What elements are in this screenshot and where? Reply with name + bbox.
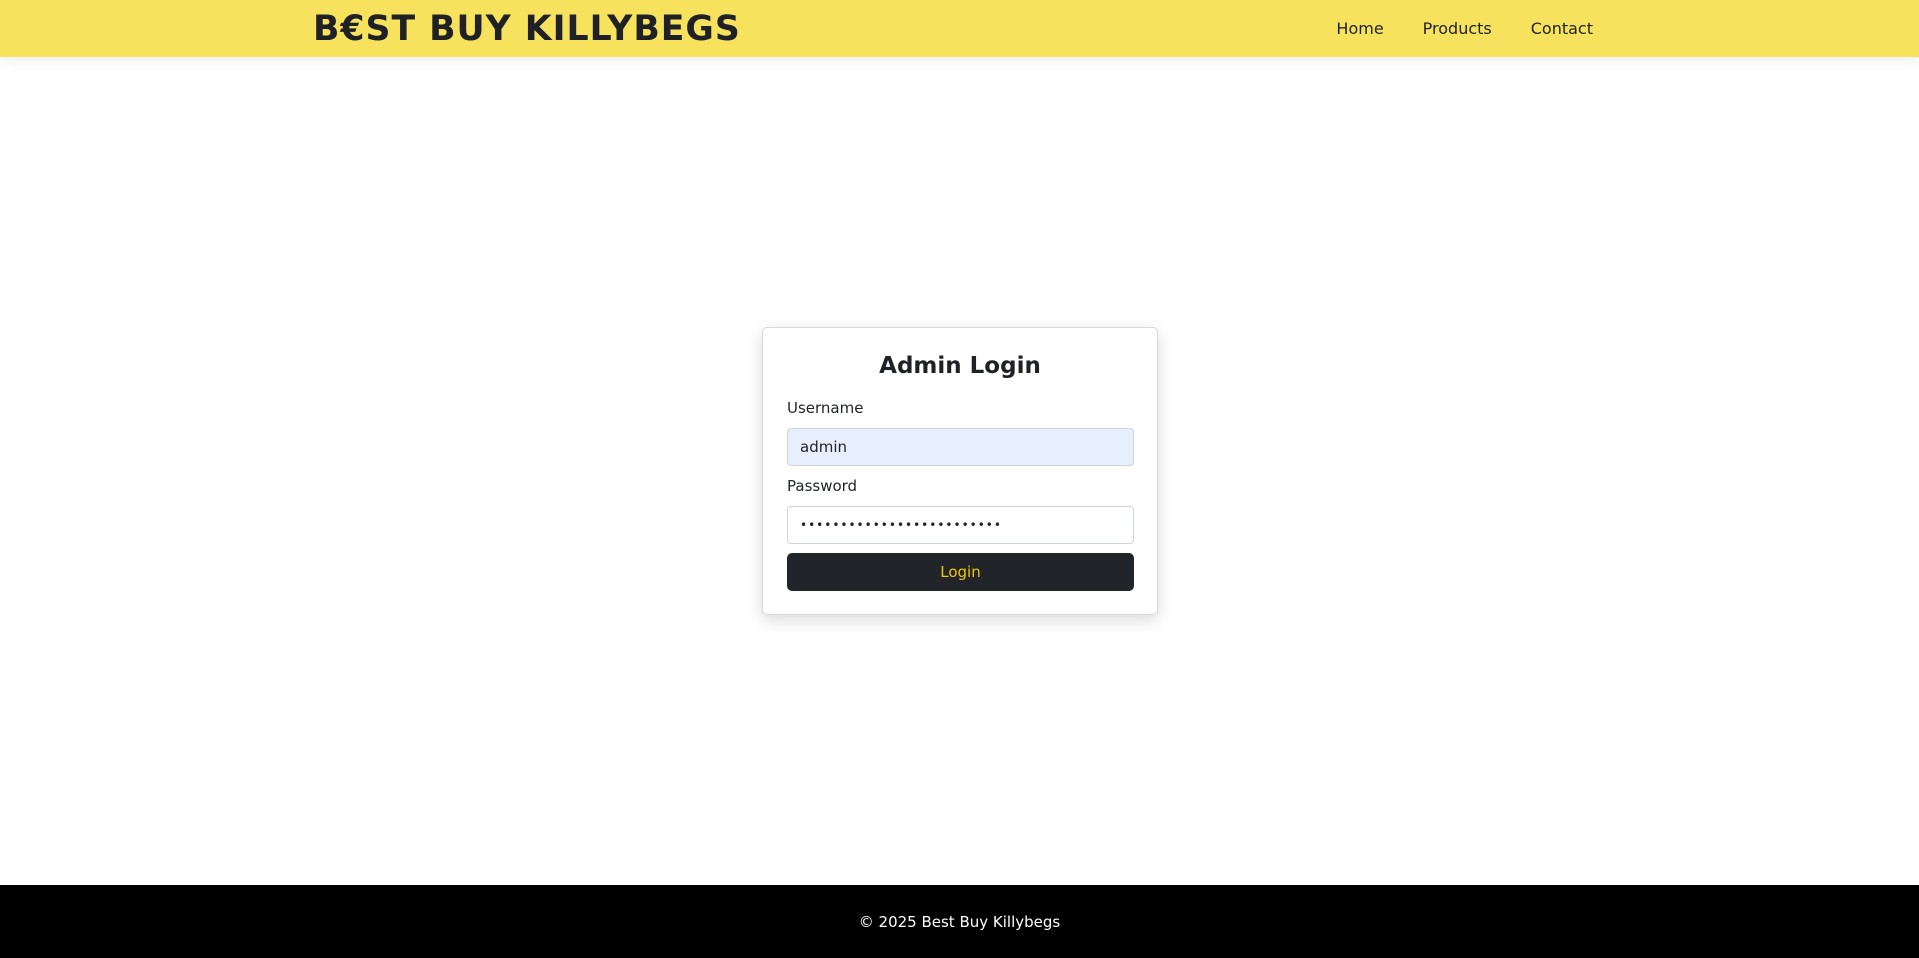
login-title: Admin Login [879, 353, 1041, 379]
page-footer: © 2025 Best Buy Killybegs [0, 885, 1919, 958]
admin-login-card: Admin Login Username Password Login [762, 327, 1158, 615]
footer-copyright: © 2025 Best Buy Killybegs [858, 912, 1061, 931]
username-input[interactable] [787, 428, 1134, 466]
password-label: Password [787, 477, 858, 495]
brand-logo[interactable]: B€ST BUY KILLYBEGS [313, 8, 741, 50]
main-nav: Home Products Contact [1336, 0, 1593, 57]
login-button[interactable]: Login [787, 553, 1134, 591]
nav-link-products[interactable]: Products [1423, 19, 1492, 38]
username-label: Username [787, 399, 864, 417]
top-navbar: B€ST BUY KILLYBEGS Home Products Contact [0, 0, 1919, 57]
nav-link-home[interactable]: Home [1336, 19, 1383, 38]
password-input[interactable] [787, 506, 1134, 544]
nav-link-contact[interactable]: Contact [1531, 19, 1593, 38]
